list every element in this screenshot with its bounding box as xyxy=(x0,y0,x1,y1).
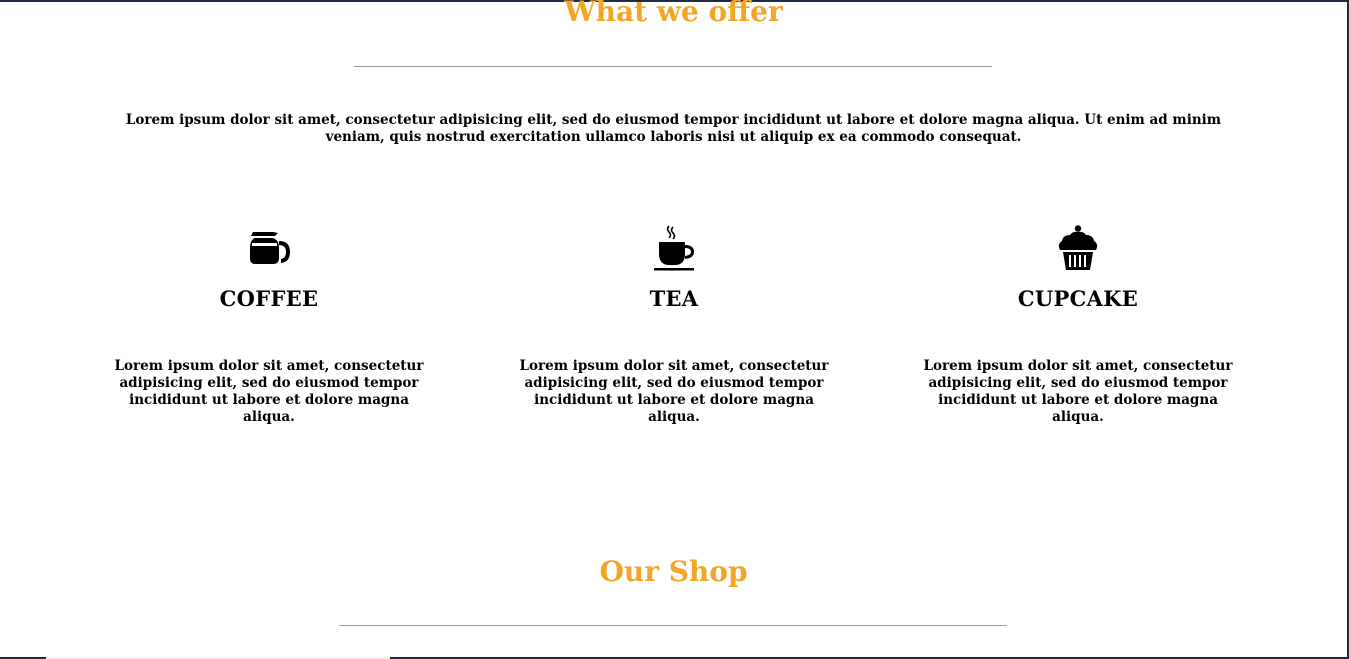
cupcake-icon xyxy=(1058,225,1098,270)
offer-item-coffee: COFFEE Lorem ipsum dolor sit amet, conse… xyxy=(99,224,439,426)
offer-description-tea: Lorem ipsum dolor sit amet, consectetur … xyxy=(519,358,829,425)
what-we-offer-title: What we offer xyxy=(564,0,783,28)
what-we-offer-intro: Lorem ipsum dolor sit amet, consectetur … xyxy=(125,112,1222,145)
tea-cup-icon xyxy=(654,225,694,271)
what-we-offer-divider xyxy=(354,66,992,67)
offer-name-coffee: COFFEE xyxy=(219,286,319,311)
coffee-pot-icon xyxy=(250,232,290,264)
offer-description-cupcake: Lorem ipsum dolor sit amet, consectetur … xyxy=(923,358,1233,425)
our-shop-title: Our Shop xyxy=(599,555,748,588)
offer-name-tea: TEA xyxy=(649,286,699,311)
offer-description-coffee: Lorem ipsum dolor sit amet, consectetur … xyxy=(114,358,424,425)
our-shop-divider xyxy=(339,625,1007,626)
offer-name-cupcake: CUPCAKE xyxy=(1017,286,1139,311)
offer-item-cupcake: CUPCAKE Lorem ipsum dolor sit amet, cons… xyxy=(908,224,1248,426)
offer-item-tea: TEA Lorem ipsum dolor sit amet, consecte… xyxy=(504,224,844,426)
page: What we offer Lorem ipsum dolor sit amet… xyxy=(0,0,1349,659)
